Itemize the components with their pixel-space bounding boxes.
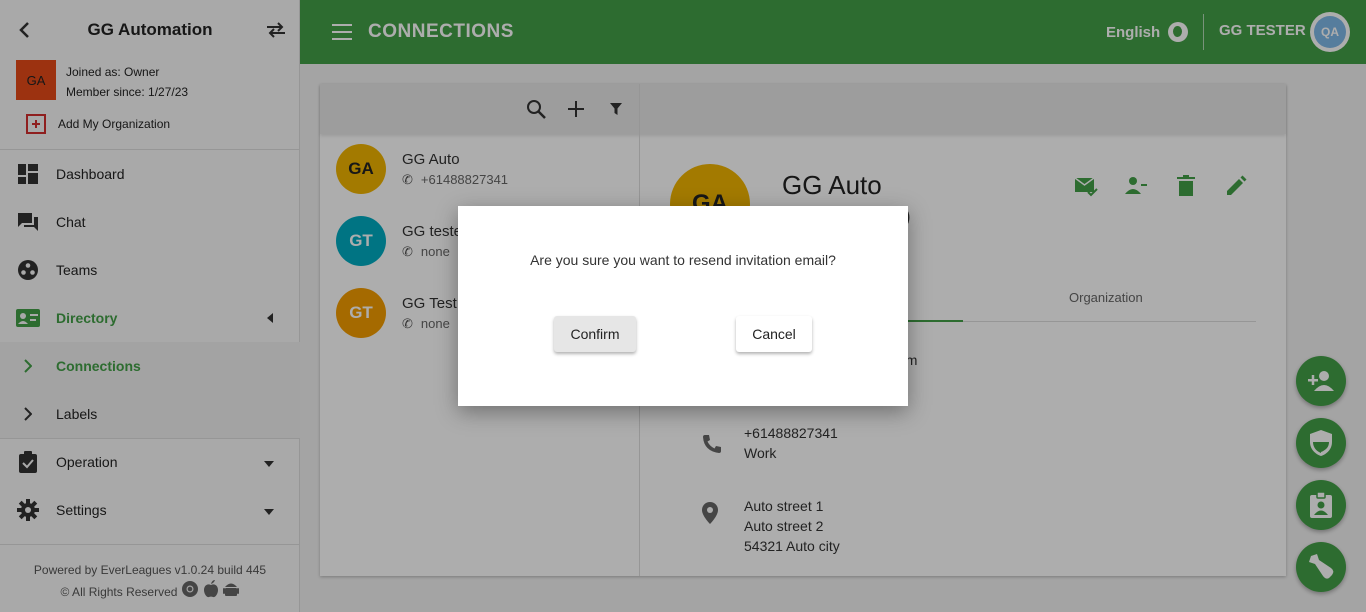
dialog-message: Are you sure you want to resend invitati…	[530, 252, 836, 268]
cancel-button[interactable]: Cancel	[736, 316, 812, 352]
confirm-button[interactable]: Confirm	[554, 316, 636, 352]
confirm-dialog: Are you sure you want to resend invitati…	[458, 206, 908, 406]
